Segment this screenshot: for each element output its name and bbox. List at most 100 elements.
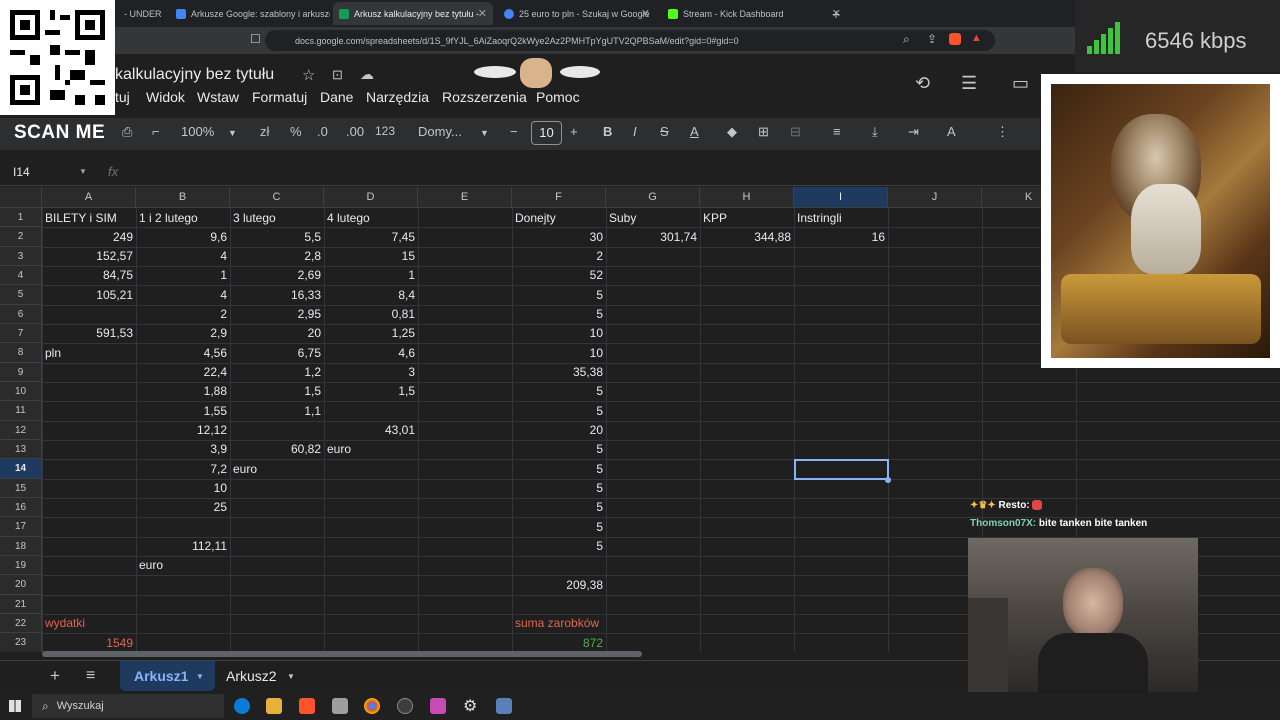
cell-C5[interactable]: 16,33 bbox=[230, 286, 324, 305]
formula-input[interactable] bbox=[130, 161, 1030, 183]
cell-B7[interactable]: 2,9 bbox=[136, 324, 230, 343]
row-header[interactable]: 9 bbox=[0, 362, 42, 382]
menu-view[interactable]: Widok bbox=[146, 89, 185, 105]
sheet-tab-arkusz2[interactable]: Arkusz2 bbox=[226, 668, 277, 684]
row-header[interactable]: 5 bbox=[0, 285, 42, 305]
chevron-down-icon[interactable]: ▼ bbox=[196, 672, 204, 681]
cell-F20[interactable]: 209,38 bbox=[512, 576, 606, 595]
row-header[interactable]: 21 bbox=[0, 594, 42, 614]
browser-tab[interactable]: Arkusze Google: szablony i arkusze k bbox=[170, 2, 330, 25]
app-icon[interactable] bbox=[430, 698, 446, 714]
strikethrough-icon[interactable]: S bbox=[660, 124, 669, 139]
cell-A7[interactable]: 591,53 bbox=[42, 324, 136, 343]
cell-F1[interactable]: Donejty bbox=[512, 209, 606, 228]
taskbar-search[interactable]: ⌕ Wyszukaj bbox=[32, 694, 224, 718]
menu-data[interactable]: Dane bbox=[320, 89, 353, 105]
row-header[interactable]: 19 bbox=[0, 555, 42, 576]
cell-B15[interactable]: 10 bbox=[136, 479, 230, 498]
close-tab-icon[interactable]: ✕ bbox=[641, 7, 650, 20]
menu-format[interactable]: Formatuj bbox=[252, 89, 307, 105]
cell-A1[interactable]: BILETY i SIM bbox=[42, 209, 136, 228]
cell-G1[interactable]: Suby bbox=[606, 209, 700, 228]
cell-F2[interactable]: 30 bbox=[512, 228, 606, 247]
column-header[interactable]: G bbox=[606, 187, 700, 208]
column-header[interactable]: H bbox=[700, 187, 794, 208]
row-header[interactable]: 6 bbox=[0, 304, 42, 324]
fill-color-icon[interactable]: ◆ bbox=[727, 124, 737, 140]
menu-edit[interactable]: tuj bbox=[115, 89, 130, 105]
row-header[interactable]: 18 bbox=[0, 536, 42, 556]
cell-B6[interactable]: 2 bbox=[136, 305, 230, 324]
cell-C9[interactable]: 1,2 bbox=[230, 363, 324, 382]
cell-A3[interactable]: 152,57 bbox=[42, 247, 136, 266]
cell-F5[interactable]: 5 bbox=[512, 286, 606, 305]
chrome-icon[interactable] bbox=[364, 698, 380, 714]
cell-C4[interactable]: 2,69 bbox=[230, 266, 324, 285]
row-header[interactable]: 15 bbox=[0, 478, 42, 498]
cell-D1[interactable]: 4 lutego bbox=[324, 209, 418, 228]
column-header[interactable]: I bbox=[794, 187, 888, 208]
browser-tab[interactable]: - UNDER bbox=[118, 2, 168, 25]
document-title[interactable]: kalkulacyjny bez tytułu bbox=[115, 66, 274, 84]
more-options-icon[interactable]: ⋮ bbox=[996, 124, 1009, 140]
print-icon[interactable]: ⎙ bbox=[122, 124, 132, 140]
zoom-icon[interactable]: ⌕ bbox=[903, 32, 910, 47]
text-wrap-icon[interactable]: ⇥ bbox=[908, 124, 919, 140]
decrease-font-size-button[interactable]: − bbox=[510, 124, 518, 139]
sheet-tab-arkusz1[interactable]: Arkusz1 bbox=[134, 668, 188, 684]
new-tab-button[interactable]: + bbox=[826, 2, 846, 25]
row-header[interactable]: 2 bbox=[0, 227, 42, 247]
cell-B12[interactable]: 12,12 bbox=[136, 421, 230, 440]
meet-icon[interactable]: ▭ bbox=[1012, 73, 1029, 94]
row-header[interactable]: 22 bbox=[0, 613, 42, 634]
cell-F16[interactable]: 5 bbox=[512, 498, 606, 517]
cell-I1[interactable]: Instringli bbox=[794, 209, 888, 228]
cell-B16[interactable]: 25 bbox=[136, 498, 230, 517]
cell-B14[interactable]: 7,2 bbox=[136, 460, 230, 479]
cell-F18[interactable]: 5 bbox=[512, 537, 606, 556]
browser-tab[interactable]: 25 euro to pln - Szukaj w Google ✕ bbox=[498, 2, 656, 25]
paint-format-icon[interactable]: ⌐ bbox=[152, 124, 160, 139]
row-header[interactable]: 7 bbox=[0, 323, 42, 344]
chevron-down-icon[interactable]: ▼ bbox=[79, 167, 87, 176]
column-header[interactable]: F bbox=[512, 187, 606, 208]
cell-F10[interactable]: 5 bbox=[512, 382, 606, 401]
cell-C3[interactable]: 2,8 bbox=[230, 247, 324, 266]
cell-F22[interactable]: suma zarobków bbox=[512, 614, 606, 633]
cell-B9[interactable]: 22,4 bbox=[136, 363, 230, 382]
edge-icon[interactable] bbox=[234, 698, 250, 714]
cell-C1[interactable]: 3 lutego bbox=[230, 209, 324, 228]
row-header[interactable]: 14 bbox=[0, 459, 42, 479]
cell-F8[interactable]: 10 bbox=[512, 344, 606, 363]
cell-C10[interactable]: 1,5 bbox=[230, 382, 324, 401]
menu-insert[interactable]: Wstaw bbox=[197, 89, 239, 105]
cell-B4[interactable]: 1 bbox=[136, 266, 230, 285]
cell-D3[interactable]: 15 bbox=[324, 247, 418, 266]
file-explorer-icon[interactable] bbox=[266, 698, 282, 714]
comments-icon[interactable]: ☰ bbox=[961, 73, 977, 94]
cell-D4[interactable]: 1 bbox=[324, 266, 418, 285]
cell-C6[interactable]: 2,95 bbox=[230, 305, 324, 324]
percent-format-button[interactable]: % bbox=[290, 124, 302, 139]
borders-icon[interactable]: ⊞ bbox=[758, 124, 769, 140]
cell-C7[interactable]: 20 bbox=[230, 324, 324, 343]
menu-extensions[interactable]: Rozszerzenia bbox=[442, 89, 527, 105]
cell-D12[interactable]: 43,01 bbox=[324, 421, 418, 440]
cell-D2[interactable]: 7,45 bbox=[324, 228, 418, 247]
cell-H1[interactable]: KPP bbox=[700, 209, 794, 228]
brave-shield-icon[interactable] bbox=[949, 33, 961, 45]
name-box[interactable]: I14 bbox=[13, 165, 30, 179]
column-header[interactable]: J bbox=[888, 187, 982, 208]
cell-B10[interactable]: 1,88 bbox=[136, 382, 230, 401]
cell-F12[interactable]: 20 bbox=[512, 421, 606, 440]
obs-icon[interactable] bbox=[397, 698, 413, 714]
settings-icon[interactable]: ⚙ bbox=[463, 696, 477, 716]
cell-B3[interactable]: 4 bbox=[136, 247, 230, 266]
bookmark-icon[interactable]: ☐ bbox=[250, 32, 261, 46]
cell-C2[interactable]: 5,5 bbox=[230, 228, 324, 247]
cell-B8[interactable]: 4,56 bbox=[136, 344, 230, 363]
selected-cell-outline[interactable] bbox=[794, 459, 889, 480]
add-sheet-button[interactable]: + bbox=[50, 666, 60, 686]
chevron-down-icon[interactable]: ▼ bbox=[480, 128, 489, 138]
italic-button[interactable]: I bbox=[633, 124, 637, 139]
